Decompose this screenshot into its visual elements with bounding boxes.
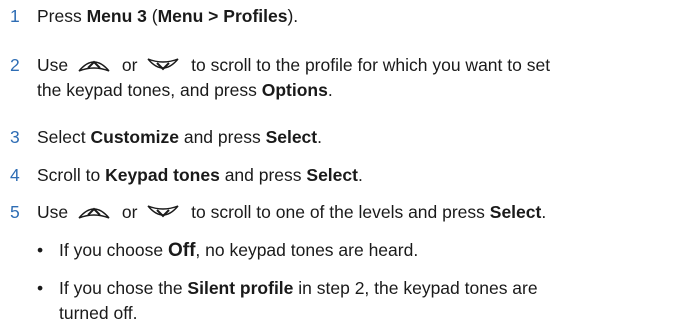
scroll-up-key-icon [78,207,110,219]
text-run: If you choose [59,240,168,260]
step-number: 1 [10,6,20,26]
text-run: turned off. [59,303,138,323]
key-name-select: Select [265,127,318,147]
text-run: to scroll to one of the levels and press [186,202,490,222]
scroll-up-key-icon [78,60,110,72]
key-name-menu-3: Menu 3 [86,6,147,26]
step-text: Use or to scroll to the profile for whic… [37,53,667,103]
text-run: or [116,202,143,222]
text-run: . [317,127,322,147]
step-text: Press Menu 3 (Menu > Profiles). [37,4,667,29]
bullet-icon: • [37,240,44,260]
text-run: and press [178,127,266,147]
text-run: Scroll to [37,165,106,185]
text-run: the keypad tones, and press [37,80,262,100]
bullet-text: If you chose the Silent profile in step … [59,276,619,326]
step-text: Scroll to Keypad tones and press Select. [37,163,667,188]
menu-separator: > [203,6,224,26]
text-run: , no keypad tones are heard. [195,240,419,260]
text-run: Select [37,127,91,147]
text-run: . [327,80,333,100]
step-number: 5 [10,202,20,222]
text-run: . [357,165,363,185]
key-name-options: Options [261,80,328,100]
key-name-select: Select [489,202,542,222]
menu-name: Menu [157,6,204,26]
step-number: 4 [10,165,20,185]
text-run: and press [219,165,307,185]
text-run: ). [287,6,299,26]
text-run: Press [37,6,87,26]
text-run: . [541,202,547,222]
text-run: Use [37,202,73,222]
scroll-down-key-icon [147,58,179,71]
menu-name-keypad-tones: Keypad tones [105,165,220,185]
step-number: 3 [10,127,20,147]
menu-name-customize: Customize [90,127,179,147]
menu-name-profiles: Profiles [223,6,288,26]
bullet-icon: • [37,278,44,298]
scroll-down-key-icon [147,205,179,218]
key-name-select: Select [306,165,358,185]
step-number: 2 [10,55,20,75]
step-text: Use or to scroll to one of the levels an… [37,200,667,225]
text-run: to scroll to the profile for which you w… [186,55,551,75]
text-run: Use [37,55,73,75]
text-run: in step 2, the keypad tones are [293,278,538,298]
instruction-list: 1 Press Menu 3 (Menu > Profiles). 2 Use … [0,0,677,329]
text-run: If you chose the [59,278,188,298]
text-run: ( [146,6,158,26]
step-text: Select Customize and press Select. [37,125,667,150]
bullet-text: If you choose Off, no keypad tones are h… [59,238,619,263]
profile-name-silent: Silent profile [187,278,294,298]
option-name-off: Off [167,240,196,261]
text-run: or [116,55,143,75]
